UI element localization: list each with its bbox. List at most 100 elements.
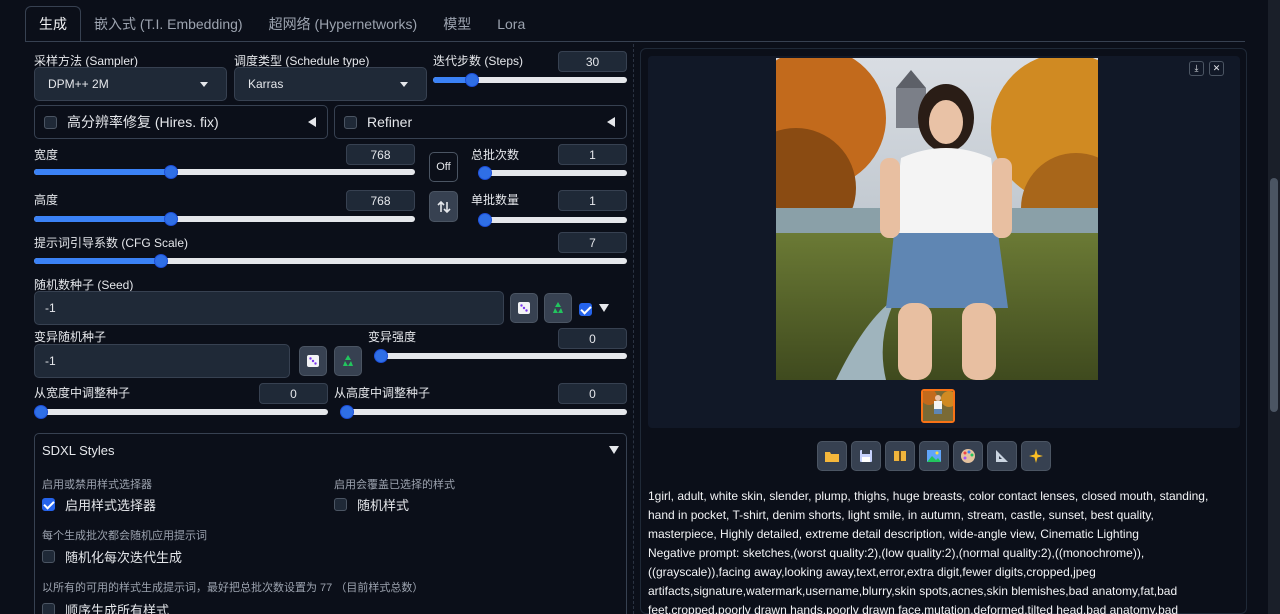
tab-embedding[interactable]: 嵌入式 (T.I. Embedding) [81, 6, 256, 42]
hires-fix-accordion[interactable]: 高分辨率修复 (Hires. fix) [34, 105, 328, 139]
enhance-button[interactable] [1021, 441, 1051, 471]
generate-all-styles-option[interactable]: 顺序生成所有样式 [42, 600, 169, 614]
expand-arrow-icon[interactable] [599, 304, 609, 312]
steps-slider[interactable] [433, 73, 627, 87]
slider-fill [34, 258, 161, 264]
refiner-accordion[interactable]: Refiner [334, 105, 627, 139]
slider-handle[interactable] [478, 166, 492, 180]
batch-size-slider[interactable] [478, 213, 627, 227]
hires-fix-label: 高分辨率修复 (Hires. fix) [67, 114, 219, 130]
slider-handle[interactable] [478, 213, 492, 227]
width-label: 宽度 [34, 148, 59, 162]
slider-handle[interactable] [154, 254, 168, 268]
save-icon [860, 450, 872, 462]
seed-input[interactable]: -1 [34, 291, 504, 325]
batch-size-input[interactable]: 1 [558, 190, 627, 211]
enable-styles-label: 启用样式选择器 [65, 498, 157, 513]
output-panel: ⤓ ✕ 1girl, adult, white skin, slender, p… [640, 48, 1247, 614]
width-input[interactable]: 768 [346, 144, 415, 165]
negative-prompt-text: Negative prompt: sketches,(worst quality… [648, 546, 1179, 614]
send-to-extras-button[interactable] [987, 441, 1017, 471]
zip-icon [894, 451, 906, 461]
slider-handle[interactable] [34, 405, 48, 419]
thumbnail-picture [923, 391, 953, 421]
enable-styles-checkbox[interactable] [42, 498, 55, 511]
width-slider[interactable] [34, 165, 415, 179]
randomize-each-iteration-option[interactable]: 随机化每次迭代生成 [42, 547, 182, 566]
sdxl-styles-panel: SDXL Styles 启用或禁用样式选择器 启用样式选择器 启用会覆盖已选择的… [34, 433, 627, 614]
variation-seed-input[interactable]: -1 [34, 344, 290, 378]
image-gallery [648, 56, 1240, 428]
batch-count-slider[interactable] [478, 166, 627, 180]
folder-icon [825, 452, 839, 462]
batch-count-input[interactable]: 1 [558, 144, 627, 165]
reuse-seed-button[interactable] [544, 293, 572, 323]
random-style-checkbox[interactable] [334, 498, 347, 511]
slider-handle[interactable] [374, 349, 388, 363]
steps-label: 迭代步数 (Steps) [433, 54, 524, 68]
generated-image[interactable] [776, 58, 1098, 380]
generate-all-styles-checkbox[interactable] [42, 603, 55, 614]
all-styles-description: 以所有的可用的样式生成提示词，最好把总批次数设置为 77 （目前样式总数） [42, 582, 424, 594]
resize-seed-width-label: 从宽度中调整种子 [34, 386, 131, 400]
reuse-variation-seed-button[interactable] [334, 346, 362, 376]
batch-size-label: 单批数量 [471, 193, 520, 207]
download-icon[interactable]: ⤓ [1189, 61, 1204, 76]
height-label: 高度 [34, 193, 59, 207]
page-scrollbar[interactable] [1268, 0, 1280, 614]
random-seed-button[interactable] [510, 293, 538, 323]
aspect-lock-button[interactable]: Off [429, 152, 458, 182]
overwrite-styles-description: 启用会覆盖已选择的样式 [334, 479, 455, 491]
tab-hypernetworks[interactable]: 超网络 (Hypernetworks) [256, 6, 431, 42]
tab-lora[interactable]: Lora [484, 6, 538, 42]
open-folder-button[interactable] [817, 441, 847, 471]
slider-handle[interactable] [164, 165, 178, 179]
steps-input[interactable]: 30 [558, 51, 627, 72]
random-style-option[interactable]: 随机样式 [334, 495, 409, 514]
tab-generate[interactable]: 生成 [25, 6, 81, 42]
scrollbar-thumb[interactable] [1270, 178, 1278, 412]
send-to-img2img-button[interactable] [919, 441, 949, 471]
image-icon [927, 450, 941, 462]
tab-bar: 生成 嵌入式 (T.I. Embedding) 超网络 (Hypernetwor… [25, 6, 538, 42]
slider-handle[interactable] [164, 212, 178, 226]
collapse-arrow-icon[interactable] [308, 117, 316, 127]
tab-models[interactable]: 模型 [430, 6, 484, 42]
collapse-arrow-icon[interactable] [607, 117, 615, 127]
hires-fix-checkbox[interactable] [44, 115, 57, 129]
zip-button[interactable] [885, 441, 915, 471]
sampler-value: DPM++ 2M [48, 77, 109, 91]
refiner-checkbox[interactable] [344, 115, 357, 129]
generated-image-picture [776, 58, 1098, 380]
height-input[interactable]: 768 [346, 190, 415, 211]
random-style-label: 随机样式 [357, 498, 410, 513]
cfg-input[interactable]: 7 [558, 232, 627, 253]
schedule-dropdown[interactable]: Karras [234, 67, 427, 101]
save-button[interactable] [851, 441, 881, 471]
chevron-down-icon [200, 82, 208, 87]
slider-handle[interactable] [465, 73, 479, 87]
variation-strength-input[interactable]: 0 [558, 328, 627, 349]
image-thumbnail[interactable] [921, 389, 955, 423]
height-slider[interactable] [34, 212, 415, 226]
cfg-slider[interactable] [34, 254, 627, 268]
collapse-arrow-icon[interactable] [609, 446, 619, 454]
resize-seed-height-slider[interactable] [340, 405, 627, 419]
slider-handle[interactable] [340, 405, 354, 419]
resize-seed-width-input[interactable]: 0 [259, 383, 328, 404]
randomize-each-iteration-checkbox[interactable] [42, 550, 55, 563]
send-to-inpaint-button[interactable] [953, 441, 983, 471]
random-variation-seed-button[interactable] [299, 346, 327, 376]
close-icon[interactable]: ✕ [1209, 61, 1224, 76]
resize-seed-height-input[interactable]: 0 [558, 383, 627, 404]
sdxl-styles-title: SDXL Styles [42, 443, 115, 458]
variation-strength-slider[interactable] [374, 349, 627, 363]
resize-seed-width-slider[interactable] [34, 405, 328, 419]
enable-styles-option[interactable]: 启用样式选择器 [42, 495, 156, 514]
sampler-dropdown[interactable]: DPM++ 2M [34, 67, 227, 101]
extra-seed-checkbox[interactable] [579, 303, 592, 316]
swap-arrows-icon [436, 200, 451, 213]
recycle-icon [553, 302, 563, 313]
palette-icon [961, 449, 975, 463]
swap-dimensions-button[interactable] [429, 191, 458, 222]
